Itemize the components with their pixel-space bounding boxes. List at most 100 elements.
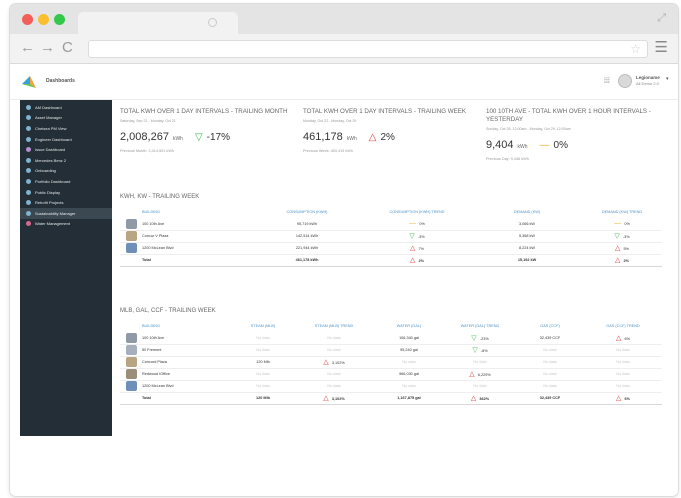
table-row[interactable]: Concord Plaza 120 Mlb △ 3,102% No data No da…	[120, 356, 662, 369]
bookmark-star-icon[interactable]: ☆	[630, 42, 641, 56]
chevron-down-icon[interactable]: ▾	[666, 76, 669, 82]
table-row[interactable]: 1200 McLean Blvd No data No data No data No …	[120, 380, 662, 393]
sidebar-item[interactable]: Retrofit Projects	[20, 197, 112, 208]
sidebar-item[interactable]: Asset Manager	[20, 113, 112, 124]
trend-percent: 2%	[418, 259, 425, 263]
browser-menu-icon[interactable]: ☰	[655, 39, 668, 57]
column-header[interactable]: GAS (CCF)	[516, 320, 584, 332]
kpi-previous: Previous Week: 453,419 kWh	[303, 149, 353, 153]
steam-value: No data	[232, 380, 294, 393]
trend-cell: △ 2%	[362, 254, 472, 267]
table-row[interactable]: 1200 McLean Blvd 221,944 kWh △ 7% 8,224 kW △…	[120, 242, 662, 255]
kpi-title: TOTAL KWH OVER 1 DAY INTERVALS - TRAILIN…	[120, 108, 288, 115]
expand-icon[interactable]: ⤢	[657, 12, 666, 25]
trend-icon: —	[614, 220, 622, 228]
sidebar-item-icon	[26, 147, 31, 153]
trend-cell: ▽ -3%	[582, 230, 662, 243]
sidebar-item[interactable]: Engineer Dashboard	[20, 134, 112, 145]
trend-icon: △	[615, 334, 622, 342]
column-header[interactable]: GAS (CCF) TREND	[584, 320, 662, 332]
dashboard-main: TOTAL KWH OVER 1 DAY INTERVALS - TRAILIN…	[116, 100, 666, 436]
trend-cell: △ 7%	[362, 242, 472, 255]
sidebar-item[interactable]: Onboarding	[20, 166, 112, 177]
table-row[interactable]: 100 10th Ave 95,719 kWh — 0% 3,066 kW — 0%	[120, 218, 662, 231]
trend-icon: ▽	[614, 233, 620, 240]
column-header[interactable]: DEMAND (KW) TREND	[582, 206, 662, 218]
column-header[interactable]: STEAM (MLB)	[232, 320, 294, 332]
trend-icon: ▽	[472, 347, 478, 354]
water-value: 106,340 gal	[374, 332, 444, 345]
maximize-window-button[interactable]	[54, 14, 65, 25]
column-header[interactable]: STEAM (MLB) TREND	[294, 320, 374, 332]
water-value: 966,030 gal	[374, 368, 444, 381]
sidebar-item-icon	[26, 125, 31, 131]
trend-percent: 0%	[624, 222, 630, 227]
back-arrow-icon[interactable]: ←	[20, 39, 35, 57]
trend-cell: No data	[294, 332, 374, 345]
trend-percent: -3%	[622, 235, 630, 239]
forward-arrow-icon[interactable]: →	[40, 39, 55, 57]
column-header[interactable]: BUILDING	[142, 320, 232, 332]
kpi-widget: TOTAL KWH OVER 1 DAY INTERVALS - TRAILIN…	[120, 108, 295, 153]
kpi-date-range: Saturday, Sep 21 - Monday, Oct 21	[120, 119, 176, 123]
logo-icon[interactable]	[22, 76, 36, 88]
building-image-cell	[120, 230, 142, 243]
sidebar-item[interactable]: Public Display	[20, 187, 112, 198]
apps-grid-icon[interactable]: ⁞⁞⁞	[604, 78, 610, 85]
kpi-value: 9,404	[486, 139, 514, 151]
column-header[interactable]: BUILDING	[142, 206, 252, 218]
sidebar-item-icon	[26, 210, 31, 216]
trend-percent: 6,229%	[477, 373, 491, 377]
close-window-button[interactable]	[22, 14, 33, 25]
building-name: Total	[142, 254, 252, 267]
kpi-widget: TOTAL KWH OVER 1 DAY INTERVALS - TRAILIN…	[303, 108, 478, 153]
sidebar-item[interactable]: Chelsea PM View	[20, 123, 112, 134]
trend-percent: 0%	[419, 222, 425, 227]
kpi-value-row: 2,008,267 kWh ▽ -17%	[120, 131, 295, 143]
building-image-cell	[120, 218, 142, 231]
demand-value: 15,192 kW	[472, 254, 582, 267]
column-header[interactable]: DEMAND (KW)	[472, 206, 582, 218]
minimize-window-button[interactable]	[38, 14, 49, 25]
kpi-value: 2,008,267	[120, 131, 169, 143]
sidebar-item[interactable]: Sustainability Manager	[20, 207, 112, 219]
column-header[interactable]: WATER (GAL)	[374, 320, 444, 332]
trend-percent: 7%	[418, 247, 425, 251]
address-bar[interactable]: ☆	[88, 40, 648, 58]
trend-percent: 3,102%	[331, 361, 345, 365]
sidebar-item[interactable]: Issue Dashboard	[20, 144, 112, 155]
building-image-cell	[120, 368, 142, 381]
user-name[interactable]: Legioname	[636, 75, 660, 80]
table-row[interactable]: 50 Fremont No data No data 95,240 gal ▽ -8% N…	[120, 344, 662, 357]
trend-cell: ▽ -8%	[444, 344, 516, 357]
building-thumbnail	[125, 332, 137, 343]
sidebar-item[interactable]: Mercedes Benz 2	[20, 155, 112, 166]
table-row[interactable]: 100 10th Ave No data No data 106,340 gal ▽ -…	[120, 332, 662, 345]
tab-close-icon[interactable]	[208, 18, 217, 27]
table-row[interactable]: Redwood IOffice No data No data 966,030 gal…	[120, 368, 662, 381]
sidebar-item-label: Portfolio Dashboard	[35, 178, 71, 184]
gas-value: No data	[516, 356, 584, 369]
trend-percent: -3%	[417, 235, 425, 239]
building-image-cell	[120, 380, 142, 393]
sidebar-item-label: Asset Manager	[35, 115, 62, 121]
column-header[interactable]: WATER (GAL) TREND	[444, 320, 516, 332]
sidebar-item-label: Water Management	[35, 221, 70, 227]
avatar[interactable]	[618, 74, 632, 88]
sidebar-item[interactable]: AM Dashboard	[20, 102, 112, 113]
table-row[interactable]: Concur V Plaza 142,514 kWh ▽ -3% 5,368 kW ▽ …	[120, 230, 662, 243]
reload-icon[interactable]: C	[62, 39, 73, 57]
sidebar-item-label: Chelsea PM View	[35, 125, 67, 131]
trend-cell: △ 6%	[584, 332, 662, 345]
column-header[interactable]: CONSUMPTION (KWH)	[252, 206, 362, 218]
trend-cell: — 0%	[362, 218, 472, 231]
trend-icon: △	[614, 257, 621, 264]
table-header-row: BUILDING STEAM (MLB) STEAM (MLB) TREND WATE…	[120, 320, 662, 332]
column-header[interactable]: CONSUMPTION (KWH) TREND	[362, 206, 472, 218]
consumption-value: 461,178 kWh	[252, 254, 362, 267]
sidebar-item[interactable]: Portfolio Dashboard	[20, 176, 112, 187]
trend-cell: △ 3,102%	[294, 356, 374, 369]
kpi-value-row: 9,404 kWh —0%	[486, 139, 661, 151]
sidebar-item-label: Retrofit Projects	[35, 200, 64, 206]
sidebar-item[interactable]: Water Management	[20, 219, 112, 230]
